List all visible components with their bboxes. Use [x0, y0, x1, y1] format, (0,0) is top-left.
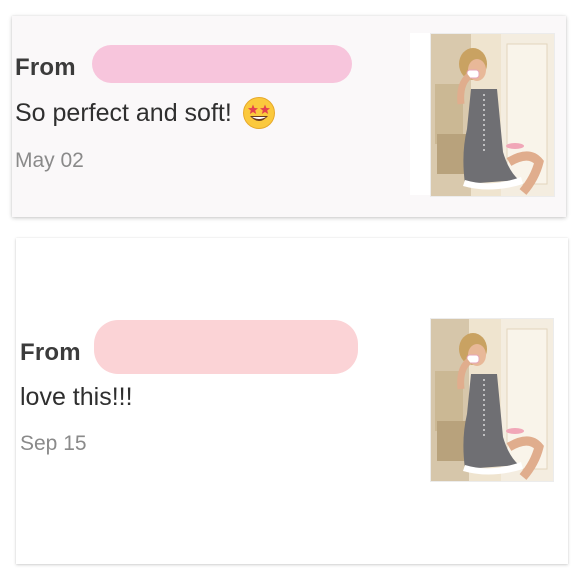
product-photo[interactable]: [430, 318, 554, 482]
from-label: From: [15, 54, 76, 81]
reviews-screenshot: From So perfect and soft! May 02 From lo…: [0, 0, 580, 580]
redacted-username: [92, 45, 352, 83]
product-photo[interactable]: [430, 33, 555, 197]
review-sender-row: From: [15, 54, 76, 82]
star-struck-emoji-icon: [242, 96, 276, 130]
thumbnail-backing: [410, 33, 430, 195]
review-date: Sep 15: [20, 432, 87, 455]
review-date: May 02: [15, 149, 84, 172]
from-label: From: [20, 339, 81, 366]
review-card[interactable]: From love this!!! Sep 15: [16, 238, 568, 564]
review-message: love this!!!: [20, 383, 133, 412]
review-message-text: So perfect and soft!: [15, 98, 232, 127]
redacted-username: [94, 320, 358, 374]
review-card[interactable]: From So perfect and soft! May 02: [12, 16, 566, 217]
review-message-text: love this!!!: [20, 383, 133, 411]
review-sender-row: From: [20, 339, 81, 367]
review-message: So perfect and soft!: [15, 96, 276, 130]
